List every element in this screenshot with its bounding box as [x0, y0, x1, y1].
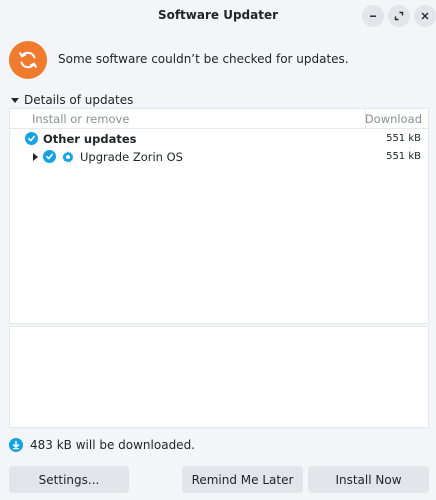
item-label: Upgrade Zorin OS	[80, 150, 183, 164]
gear-icon	[62, 151, 74, 163]
update-item-row[interactable]: Upgrade Zorin OS 551 kB	[10, 148, 428, 166]
expand-icon[interactable]	[33, 153, 38, 161]
check-icon	[27, 135, 36, 142]
details-expander[interactable]: Details of updates	[9, 93, 133, 107]
column-download[interactable]: Download	[365, 112, 422, 126]
item-checkbox[interactable]	[43, 150, 56, 163]
refresh-icon	[9, 41, 47, 79]
banner-message: Some software couldn’t be checked for up…	[58, 52, 349, 66]
download-icon	[9, 438, 23, 452]
maximize-icon	[394, 11, 404, 21]
close-icon	[421, 12, 429, 20]
minimize-button[interactable]	[362, 5, 384, 27]
updates-list: Install or remove Download Other updates…	[9, 108, 429, 324]
column-header: Install or remove Download	[10, 109, 428, 129]
download-info: 483 kB will be downloaded.	[9, 438, 195, 452]
check-icon	[45, 153, 54, 160]
install-now-button[interactable]: Install Now	[308, 466, 429, 493]
maximize-button[interactable]	[388, 5, 410, 27]
group-size: 551 kB	[386, 133, 421, 144]
expander-down-icon	[11, 97, 19, 103]
details-label: Details of updates	[24, 93, 134, 107]
description-panel	[9, 326, 429, 428]
group-checkbox[interactable]	[25, 132, 38, 145]
close-button[interactable]	[414, 5, 436, 27]
remind-me-later-button[interactable]: Remind Me Later	[182, 466, 303, 493]
title-bar: Software Updater	[0, 0, 436, 32]
settings-button[interactable]: Settings...	[9, 466, 129, 493]
download-info-text: 483 kB will be downloaded.	[30, 438, 195, 452]
update-group-row[interactable]: Other updates 551 kB	[10, 130, 428, 148]
item-size: 551 kB	[386, 151, 421, 162]
minimize-icon	[370, 15, 376, 17]
column-install-remove[interactable]: Install or remove	[32, 112, 129, 126]
group-label: Other updates	[43, 132, 137, 146]
